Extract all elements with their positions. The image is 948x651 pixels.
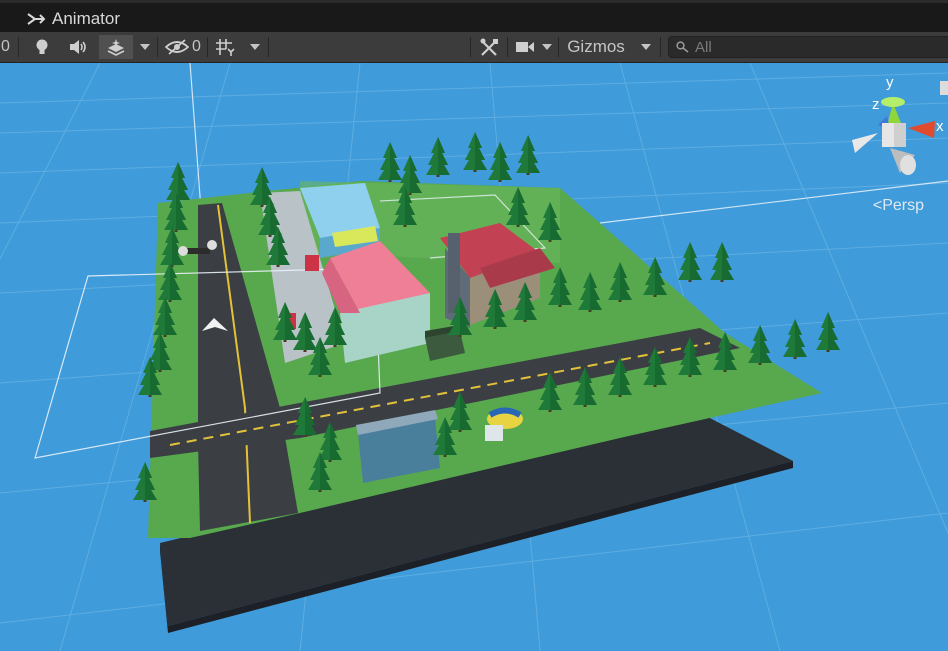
partial-label: 0 (1, 38, 10, 55)
tab-animator[interactable]: Animator (26, 7, 120, 31)
tab-bar: Animator (0, 0, 948, 32)
separator (558, 37, 559, 57)
axis-z-label: z (872, 96, 880, 113)
hidden-objects-count: 0 (192, 38, 201, 55)
hidden-objects-toggle[interactable]: 0 (161, 35, 205, 59)
separator (660, 37, 661, 57)
separator (18, 37, 19, 57)
gizmos-button[interactable]: Gizmos (562, 35, 630, 59)
effects-dropdown[interactable] (135, 35, 155, 59)
lighting-icon (36, 39, 48, 54)
effects-icon (107, 39, 125, 56)
orientation-gizmo: y z x (852, 74, 948, 175)
tools-toggle[interactable] (474, 35, 504, 59)
projection-toggle[interactable]: <Persp (873, 197, 924, 215)
grid-dropdown[interactable] (244, 35, 266, 59)
lighting-toggle[interactable] (26, 35, 58, 59)
separator (470, 37, 471, 57)
camera-settings[interactable] (512, 35, 538, 59)
audio-icon (70, 40, 86, 54)
tab-title: Animator (52, 9, 121, 28)
dropdown-arrow-icon (140, 44, 150, 50)
grid-toggle[interactable] (210, 35, 240, 59)
gizmos-label: Gizmos (567, 37, 625, 56)
effects-toggle[interactable] (99, 35, 133, 59)
scene-viewport[interactable]: y z x <Persp (0, 63, 948, 651)
dropdown-arrow-icon (542, 44, 552, 50)
camera-dropdown[interactable] (538, 35, 556, 59)
separator (157, 37, 158, 57)
separator (268, 37, 269, 57)
camera-icon (516, 42, 534, 52)
tools-icon (480, 38, 498, 56)
search-placeholder: All (695, 39, 712, 56)
separator (207, 37, 208, 57)
gizmos-dropdown[interactable] (634, 35, 658, 59)
visibility-icon (165, 39, 190, 55)
grid-icon (216, 39, 235, 56)
separator (507, 37, 508, 57)
audio-toggle[interactable] (62, 35, 94, 59)
axis-x-label: x (936, 118, 944, 135)
axis-y-label: y (886, 74, 894, 91)
projection-label: Persp (882, 197, 924, 214)
chevron-left-icon: < (872, 197, 883, 214)
dropdown-arrow-icon (641, 44, 651, 50)
partial-toggle[interactable]: 0 (0, 35, 14, 59)
scene-render: y z x (0, 63, 948, 651)
search-icon (676, 41, 689, 53)
search-input[interactable]: All (668, 36, 948, 58)
animator-icon (27, 13, 46, 25)
scene-toolbar: 0 0 Gizmos All (0, 32, 948, 63)
dropdown-arrow-icon (250, 44, 260, 50)
